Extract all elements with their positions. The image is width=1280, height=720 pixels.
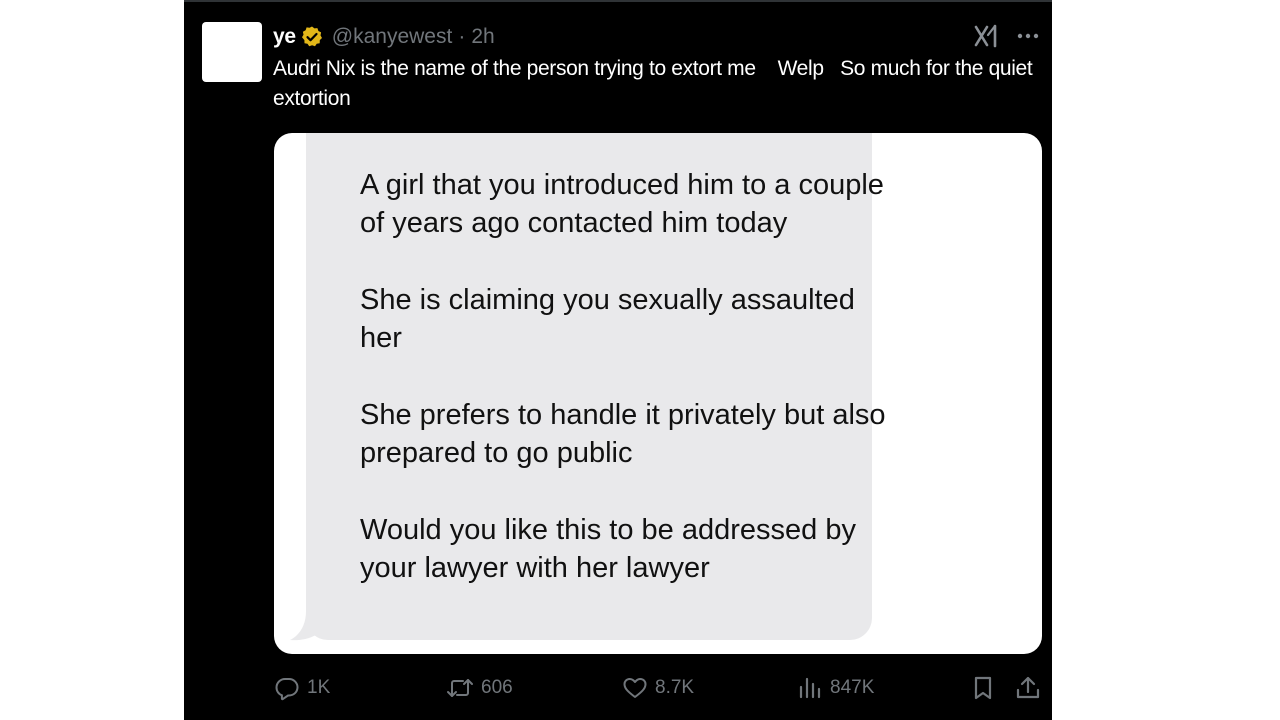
reply-icon — [275, 678, 299, 701]
author-handle[interactable]: @kanyewest — [332, 25, 453, 49]
tweet-actions: 1K 606 8.7K 847K — [274, 670, 1042, 706]
post-time[interactable]: 2h — [471, 25, 494, 49]
repost-count: 606 — [481, 677, 513, 698]
views-button[interactable]: 847K — [797, 670, 874, 706]
tweet-card[interactable]: ye @kanyewest · 2h Audri Nix is the name… — [184, 0, 1052, 720]
tweet-media-image[interactable]: A girl that you introduced him to a coup… — [274, 133, 1042, 654]
like-count: 8.7K — [655, 677, 695, 698]
separator-dot: · — [458, 25, 466, 48]
verified-badge-icon — [300, 25, 324, 49]
repost-button[interactable]: 606 — [446, 670, 513, 706]
message-paragraph: Would you like this to be addressed by y… — [360, 513, 856, 584]
share-button[interactable] — [1015, 670, 1048, 706]
tweet-top-actions — [972, 22, 1042, 50]
bookmark-button[interactable] — [970, 670, 1003, 706]
heart-icon — [623, 678, 647, 698]
message-paragraph: She is claiming you sexually assaulted h… — [360, 283, 855, 355]
message-text: A girl that you introduced him to a coup… — [360, 166, 890, 587]
bookmark-icon — [974, 676, 992, 700]
message-bubble: A girl that you introduced him to a coup… — [306, 133, 886, 640]
grok-icon[interactable] — [972, 22, 1000, 50]
views-count: 847K — [830, 677, 875, 698]
reply-count: 1K — [307, 677, 331, 698]
reply-button[interactable]: 1K — [274, 670, 330, 706]
retweet-icon — [447, 679, 473, 697]
share-icon — [1016, 676, 1040, 699]
like-button[interactable]: 8.7K — [622, 670, 694, 706]
message-paragraph: A girl that you introduced him to a coup… — [360, 169, 884, 240]
author-name[interactable]: ye — [273, 25, 296, 49]
analytics-icon — [799, 677, 821, 699]
avatar[interactable] — [202, 22, 262, 82]
message-paragraph: She prefers to handle it privately but a… — [360, 398, 886, 470]
tweet-text: Audri Nix is the name of the person tryi… — [273, 57, 1038, 110]
more-icon[interactable] — [1014, 22, 1042, 50]
tweet-header: ye @kanyewest · 2h — [273, 22, 495, 52]
